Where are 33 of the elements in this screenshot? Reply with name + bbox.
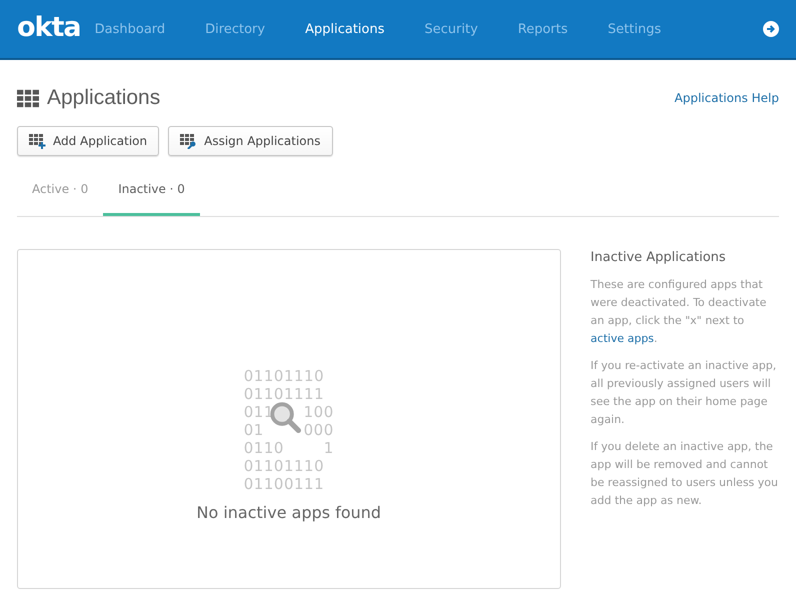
nav-link[interactable]: Settings — [608, 22, 662, 36]
grid-key-icon — [180, 134, 198, 148]
binary-text: 01100111 — [244, 474, 324, 492]
nav-link[interactable]: Reports — [518, 22, 568, 36]
okta-logo[interactable]: okta — [17, 12, 81, 42]
help-paragraph: If you re-activate an inactive app, all previously assigned users will see the app on their home page again. — [590, 358, 778, 428]
help-link[interactable]: Applications Help — [674, 91, 779, 105]
binary-text: 01101111 — [244, 384, 324, 402]
sidebar-title: Inactive Applications — [590, 249, 727, 267]
binary-text: 011 — [244, 402, 274, 420]
nav-link[interactable]: Security — [424, 22, 478, 36]
help-paragraph: If you delete an inactive app, the app will be removed and cannot be reassigned to users unless you add the app as new. — [590, 439, 779, 509]
binary-text: 01101110 — [244, 456, 324, 474]
nav-link[interactable]: Directory — [205, 22, 266, 36]
binary-text: 000 — [304, 420, 334, 438]
active-apps-link[interactable]: active apps — [590, 332, 654, 345]
binary-text: 1 — [324, 438, 334, 456]
binary-text: 01 — [244, 420, 264, 438]
grid-plus-icon — [29, 134, 46, 148]
nav-link[interactable]: Dashboard — [94, 22, 166, 36]
empty-message: No inactive apps found — [196, 502, 382, 522]
nav-link[interactable]: Applications — [305, 22, 385, 36]
help-paragraph: These are configured apps that were deactivated. To deactivate an app, click the "x" next to active apps. — [590, 277, 768, 347]
binary-text: 100 — [304, 402, 334, 420]
page-title: Applications — [47, 86, 160, 110]
tab[interactable]: Active · 0 — [17, 174, 104, 216]
binary-text: 0110 — [244, 438, 284, 456]
binary-text: 01101110 — [244, 366, 324, 384]
grid-icon — [17, 88, 39, 108]
tab[interactable]: Inactive · 0 — [103, 174, 200, 216]
toolbar-button[interactable]: Assign Applications — [168, 126, 332, 156]
toolbar-button[interactable]: Add Application — [17, 126, 160, 156]
sign-out-icon[interactable] — [763, 21, 779, 37]
